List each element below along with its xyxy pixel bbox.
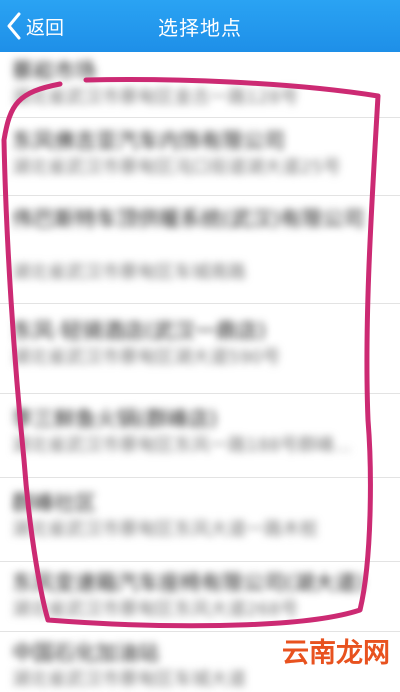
place-name: 东风佛吉亚汽车内饰有限公司	[12, 129, 285, 153]
navigation-bar: 返回 选择地点	[0, 0, 400, 52]
place-item[interactable]: 群峰社区 湖北省武汉市蔡甸区东风大道一路木桩	[0, 478, 400, 562]
place-item[interactable]: 东风变速箱汽车座椅有限公司(湖大道) 湖北省武汉市蔡甸区东风大道268号	[0, 562, 400, 632]
place-name: 群峰社区	[12, 491, 96, 515]
place-name: 蔡崧市场	[12, 59, 96, 83]
place-item[interactable]: 东风佛吉亚汽车内饰有限公司 湖北省武汉市蔡甸区沌口街道湖大道25号	[0, 118, 400, 196]
place-item[interactable]: 蔡崧市场 湖北省武汉市蔡甸区金古一路128号	[0, 52, 400, 118]
place-address: 湖北省武汉市蔡甸区东风一路188号群峰...	[12, 435, 352, 456]
watermark-logo: 云南龙网	[282, 638, 390, 669]
place-item[interactable]: 东风·轻骑酒店(武汉一鼎店) 湖北省武汉市蔡甸区湖大道590号	[0, 304, 400, 394]
page-title: 选择地点	[158, 16, 242, 40]
place-name: 伟巴斯特车顶供暖系统(武汉)有限公司	[12, 207, 365, 231]
place-name: 东风变速箱汽车座椅有限公司(湖大道)	[12, 571, 365, 595]
place-item[interactable]: 李三鲜鱼火锅(群峰店) 湖北省武汉市蔡甸区东风一路188号群峰...	[0, 394, 400, 478]
place-address: 湖北省武汉市蔡甸区沌口街道湖大道25号	[12, 157, 341, 178]
place-list: 蔡崧市场 湖北省武汉市蔡甸区金古一路128号 东风佛吉亚汽车内饰有限公司 湖北省…	[0, 52, 400, 692]
place-address: 湖北省武汉市蔡甸区车城大道	[12, 669, 246, 690]
place-name: 东风·轻骑酒店(武汉一鼎店)	[12, 319, 267, 343]
place-address: 湖北省武汉市蔡甸区东风大道一路木桩	[12, 519, 318, 540]
place-item[interactable]: 伟巴斯特车顶供暖系统(武汉)有限公司 湖北省武汉市蔡甸区车城南路	[0, 196, 400, 304]
place-address: 湖北省武汉市蔡甸区车城南路	[12, 262, 246, 283]
place-name: 李三鲜鱼火锅(群峰店)	[12, 407, 218, 431]
place-address: 湖北省武汉市蔡甸区东风大道268号	[12, 599, 299, 620]
place-address: 湖北省武汉市蔡甸区金古一路128号	[12, 87, 299, 108]
place-address: 湖北省武汉市蔡甸区湖大道590号	[12, 347, 281, 368]
